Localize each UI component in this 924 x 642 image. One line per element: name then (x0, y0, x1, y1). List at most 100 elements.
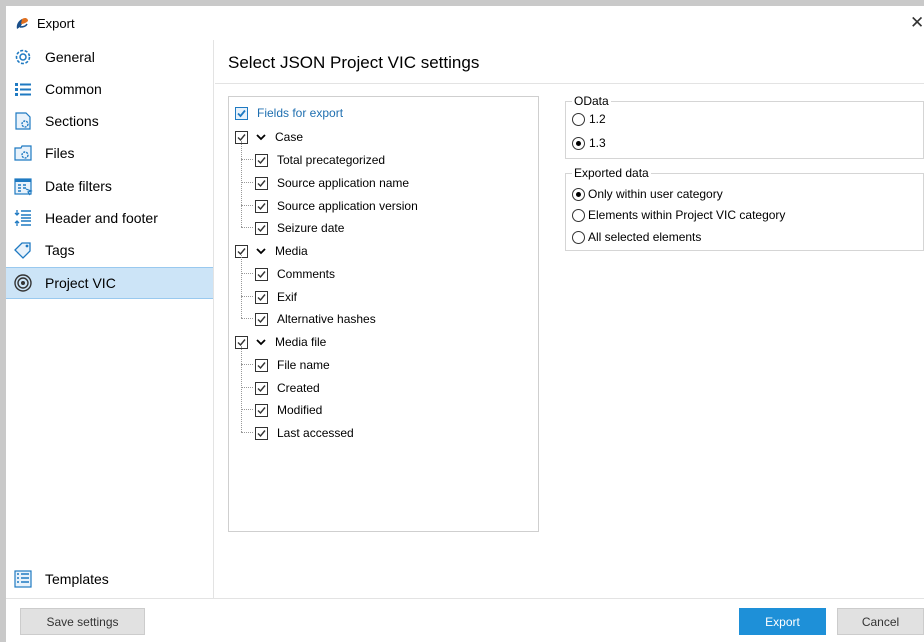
tree-item-label: Source application version (277, 199, 418, 213)
tree-item-label: Last accessed (277, 426, 354, 440)
checkbox-icon[interactable] (255, 176, 268, 190)
tree-item-row[interactable]: Last accessed (255, 423, 354, 443)
close-icon[interactable]: ✕ (910, 13, 924, 33)
exported-option-label: Elements within Project VIC category (588, 208, 786, 222)
tree-item-row[interactable]: Exif (255, 287, 297, 307)
tree-item-label: Modified (277, 403, 323, 417)
tree-root-label: Fields for export (257, 106, 344, 120)
checkbox-icon[interactable] (255, 267, 268, 281)
tree-item-row[interactable]: Created (255, 378, 320, 398)
project-vic-icon (12, 272, 34, 294)
checkbox-icon[interactable] (255, 426, 268, 440)
sidebar-item-label: Project VIC (45, 275, 116, 291)
exported-option-label: Only within user category (588, 187, 723, 201)
tree-item-row[interactable]: Source application name (255, 173, 409, 193)
app-logo-icon (14, 15, 30, 31)
sidebar-item-tags[interactable]: Tags (6, 234, 213, 266)
odata-group-title: OData (572, 94, 611, 108)
tree-connector (241, 205, 253, 206)
tree-item-label: Created (277, 381, 320, 395)
odata-radio-1-3[interactable] (572, 137, 585, 150)
sidebar-item-general[interactable]: General (6, 41, 213, 73)
exported-data-group-title: Exported data (572, 166, 651, 180)
gear-icon (12, 46, 34, 68)
title-bar: Export ✕ (6, 6, 924, 40)
checkbox-icon[interactable] (255, 290, 268, 304)
checkbox-icon[interactable] (255, 153, 268, 167)
sidebar-item-label: Tags (45, 242, 75, 258)
checkbox-icon[interactable] (255, 358, 268, 372)
tree-item-row[interactable]: File name (255, 355, 330, 375)
exported-radio-all-selected[interactable] (572, 231, 585, 244)
odata-group: OData 1.2 1.3 (565, 94, 924, 159)
tree-group-label: Case (275, 130, 304, 144)
tree-item-label: File name (277, 358, 330, 372)
sidebar-item-common[interactable]: Common (6, 73, 213, 105)
sidebar-item-label: Common (45, 81, 102, 97)
checkbox-icon[interactable] (255, 381, 268, 395)
sidebar-item-templates[interactable]: Templates (6, 563, 213, 595)
exported-radio-project-vic-category[interactable] (572, 209, 585, 222)
header-divider (215, 83, 924, 84)
tree-connector (241, 387, 253, 388)
tree-item-label: Comments (277, 267, 336, 281)
tree-connector (241, 273, 253, 274)
tree-item-row[interactable]: Seizure date (255, 218, 344, 238)
calendar-icon (12, 175, 34, 197)
sidebar-item-label: Sections (45, 113, 99, 129)
checkbox-icon[interactable] (255, 312, 268, 326)
sidebar-item-project-vic[interactable]: Project VIC (6, 267, 213, 299)
page-title: Select JSON Project VIC settings (228, 53, 480, 72)
tree-connector (241, 318, 253, 319)
tree-root-row[interactable]: Fields for export (235, 103, 343, 123)
tree-item-row[interactable]: Source application version (255, 196, 418, 216)
checkbox-icon[interactable] (255, 403, 268, 417)
tree-item-label: Alternative hashes (277, 312, 376, 326)
tree-connector (241, 227, 253, 228)
tree-item-label: Exif (277, 290, 298, 304)
tree-item-row[interactable]: Total precategorized (255, 150, 385, 170)
save-settings-button[interactable]: Save settings (20, 608, 145, 635)
odata-option-label: 1.2 (589, 112, 606, 126)
sidebar-item-date-filters[interactable]: Date filters (6, 170, 213, 202)
checkbox-icon[interactable] (235, 106, 248, 120)
sidebar: General Common Sections Files Date filte… (6, 40, 214, 598)
sections-icon (12, 110, 34, 132)
sidebar-item-files[interactable]: Files (6, 137, 213, 169)
tree-group-row-media[interactable]: Media (235, 241, 308, 261)
sidebar-item-label: Templates (45, 571, 109, 587)
tree-connector (241, 409, 253, 410)
tree-group-label: Media (275, 244, 308, 258)
export-button[interactable]: Export (739, 608, 826, 635)
tags-icon (12, 239, 34, 261)
checkbox-icon[interactable] (255, 199, 268, 213)
sidebar-item-label: Files (45, 145, 75, 161)
tree-connector (241, 364, 253, 365)
tree-group-row-case[interactable]: Case (235, 127, 303, 147)
chevron-down-icon[interactable] (256, 335, 266, 349)
exported-option-label: All selected elements (588, 230, 702, 244)
tree-item-row[interactable]: Alternative hashes (255, 309, 376, 329)
chevron-down-icon[interactable] (256, 130, 266, 144)
list-icon (12, 78, 34, 100)
tree-connector (241, 346, 242, 432)
tree-connector (241, 255, 242, 318)
header-footer-icon (12, 207, 34, 229)
tree-item-row[interactable]: Modified (255, 400, 322, 420)
odata-option-label: 1.3 (589, 136, 606, 150)
chevron-down-icon[interactable] (256, 244, 266, 258)
tree-item-label: Seizure date (277, 221, 345, 235)
sidebar-item-header-and-footer[interactable]: Header and footer (6, 202, 213, 234)
tree-connector (241, 432, 253, 433)
tree-connector (241, 141, 242, 227)
fields-tree: Fields for export Case Total precategori… (228, 96, 539, 532)
checkbox-icon[interactable] (255, 221, 268, 235)
exported-radio-user-category[interactable] (572, 188, 585, 201)
tree-item-label: Total precategorized (277, 153, 386, 167)
odata-radio-1-2[interactable] (572, 113, 585, 126)
tree-group-row-media-file[interactable]: Media file (235, 332, 326, 352)
tree-item-label: Source application name (277, 176, 410, 190)
sidebar-item-sections[interactable]: Sections (6, 105, 213, 137)
tree-item-row[interactable]: Comments (255, 264, 335, 284)
cancel-button[interactable]: Cancel (837, 608, 924, 635)
